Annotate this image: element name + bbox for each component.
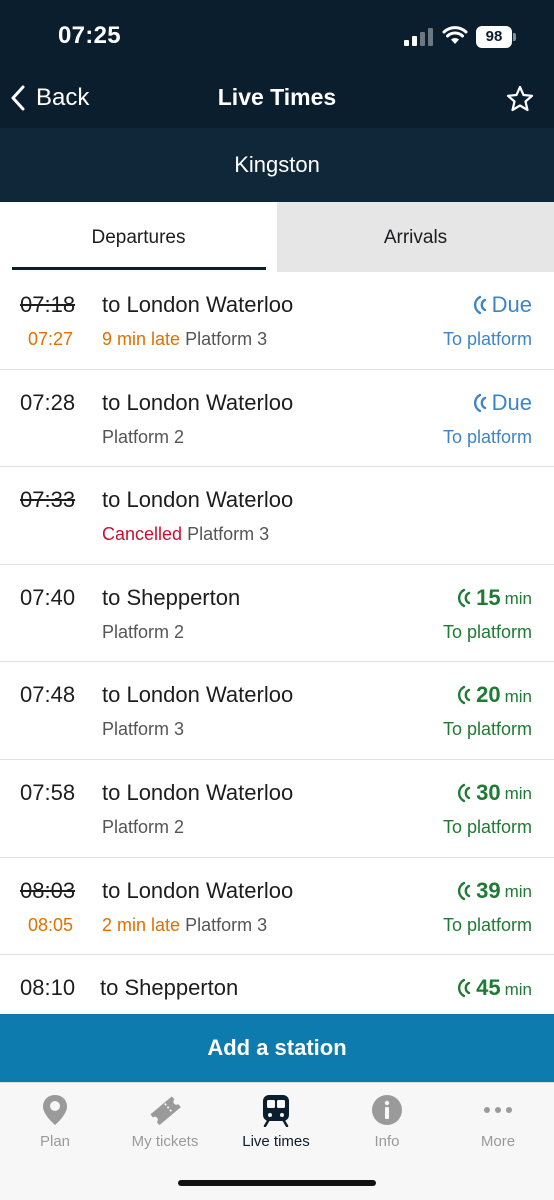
scheduled-time: 08:10 — [20, 975, 76, 1001]
departure-row[interactable]: 07:28 to London Waterloo Platform 2 Due … — [0, 370, 554, 468]
eta-minutes: 20 — [476, 682, 501, 708]
departure-row[interactable]: 07:48 to London Waterloo Platform 3 20 m… — [0, 662, 554, 760]
page-title: Live Times — [217, 84, 337, 110]
scheduled-time: 08:03 — [20, 877, 76, 903]
cellular-signal-icon — [404, 28, 433, 46]
train-icon — [263, 1095, 289, 1127]
more-dots-icon — [484, 1107, 512, 1113]
info-icon — [372, 1095, 402, 1125]
wifi-icon — [442, 26, 468, 44]
to-platform-status: To platform — [442, 621, 532, 642]
delay-status: 2 min late — [102, 914, 181, 935]
departures-list[interactable]: 07:18 07:27 to London Waterloo 9 min lat… — [0, 272, 554, 1014]
tab-arrivals[interactable]: Arrivals — [277, 202, 554, 272]
active-tab-indicator — [12, 267, 266, 270]
live-signal-icon — [458, 783, 471, 803]
tab-info[interactable]: Info — [332, 1093, 442, 1157]
expected-time: 08:05 — [28, 914, 74, 935]
eta-minutes: 45 — [476, 975, 501, 1001]
tab-label: Live times — [242, 1133, 310, 1150]
live-signal-icon — [458, 588, 471, 607]
cancelled-status: Cancelled — [102, 524, 183, 545]
departures-arrivals-tabs: Departures Arrivals — [0, 202, 554, 272]
departure-row[interactable]: 07:18 07:27 to London Waterloo 9 min lat… — [0, 272, 554, 370]
ticket-icon — [150, 1096, 181, 1126]
tab-departures[interactable]: Departures — [0, 202, 277, 272]
expected-time: 07:27 — [28, 329, 74, 349]
battery-level: 98 — [485, 28, 503, 45]
destination: to London Waterloo — [102, 877, 294, 903]
scheduled-time: 07:58 — [20, 779, 76, 805]
destination: to London Waterloo — [102, 292, 294, 317]
tab-my-tickets[interactable]: My tickets — [110, 1093, 220, 1157]
delay-status: 9 min late — [102, 329, 181, 349]
tab-plan[interactable]: Plan — [0, 1093, 110, 1157]
live-signal-icon — [458, 978, 471, 998]
platform: Platform 2 — [102, 621, 185, 642]
destination: to Shepperton — [102, 584, 241, 610]
platform: Platform 3 — [185, 329, 268, 349]
destination: to London Waterloo — [102, 487, 294, 513]
departure-row[interactable]: 07:33 to London Waterloo Cancelled Platf… — [0, 467, 554, 565]
platform: Platform 2 — [102, 816, 185, 837]
eta-minutes: 15 — [476, 584, 501, 610]
home-indicator[interactable] — [178, 1180, 376, 1186]
departure-row[interactable]: 08:10 to Shepperton 45 min — [0, 955, 554, 1014]
to-platform-status: To platform — [442, 426, 532, 447]
destination: to London Waterloo — [102, 389, 294, 415]
departure-row[interactable]: 07:40 to Shepperton Platform 2 15 min To… — [0, 565, 554, 663]
scheduled-time: 07:33 — [20, 487, 76, 513]
live-signal-icon — [458, 686, 471, 705]
eta-unit: min — [504, 686, 532, 706]
scheduled-time: 07:40 — [20, 584, 76, 610]
tab-more[interactable]: More — [443, 1093, 553, 1157]
destination: to London Waterloo — [102, 682, 294, 708]
eta-minutes: 39 — [476, 877, 501, 903]
station-bar: Kingston — [0, 128, 554, 202]
destination: to Shepperton — [100, 975, 239, 1001]
platform: Platform 3 — [187, 524, 270, 545]
to-platform-status: To platform — [442, 914, 532, 935]
tab-label: Info — [374, 1133, 400, 1150]
nav-bar: Back Live Times — [0, 70, 554, 128]
status-bar: 07:25 98 — [0, 0, 554, 70]
tab-live-times[interactable]: Live times — [221, 1093, 331, 1157]
eta-unit: min — [504, 589, 532, 609]
eta-unit: min — [504, 784, 532, 804]
live-signal-icon — [458, 881, 471, 900]
eta-due: Due — [491, 389, 532, 415]
tab-label: My tickets — [131, 1133, 199, 1150]
add-station-button[interactable]: Add a station — [0, 1014, 554, 1082]
status-time: 07:25 — [58, 22, 121, 49]
scheduled-time: 07:28 — [20, 389, 76, 415]
eta-minutes: 30 — [476, 779, 501, 805]
favourite-star-icon[interactable] — [505, 84, 535, 114]
to-platform-status: To platform — [442, 329, 532, 349]
battery-indicator: 98 — [476, 26, 516, 48]
to-platform-status: To platform — [442, 816, 532, 837]
departure-row[interactable]: 08:03 08:05 to London Waterloo 2 min lat… — [0, 858, 554, 956]
to-platform-status: To platform — [442, 719, 532, 740]
departure-row[interactable]: 07:58 to London Waterloo Platform 2 30 m… — [0, 760, 554, 858]
eta-unit: min — [504, 882, 532, 902]
location-pin-icon — [43, 1095, 67, 1125]
platform: Platform 3 — [185, 914, 268, 935]
live-signal-icon — [473, 295, 486, 315]
destination: to London Waterloo — [102, 779, 294, 805]
platform: Platform 3 — [102, 719, 185, 740]
scheduled-time: 07:18 — [20, 292, 76, 317]
station-name: Kingston — [234, 152, 320, 177]
platform: Platform 2 — [102, 426, 185, 447]
live-signal-icon — [473, 393, 486, 412]
app-header: 07:25 98 Back Live Times Kingston — [0, 0, 554, 202]
eta-unit: min — [504, 979, 532, 999]
scheduled-time: 07:48 — [20, 682, 76, 708]
tab-label: More — [480, 1133, 516, 1150]
tab-label: Plan — [39, 1133, 71, 1150]
eta-due: Due — [491, 292, 532, 317]
